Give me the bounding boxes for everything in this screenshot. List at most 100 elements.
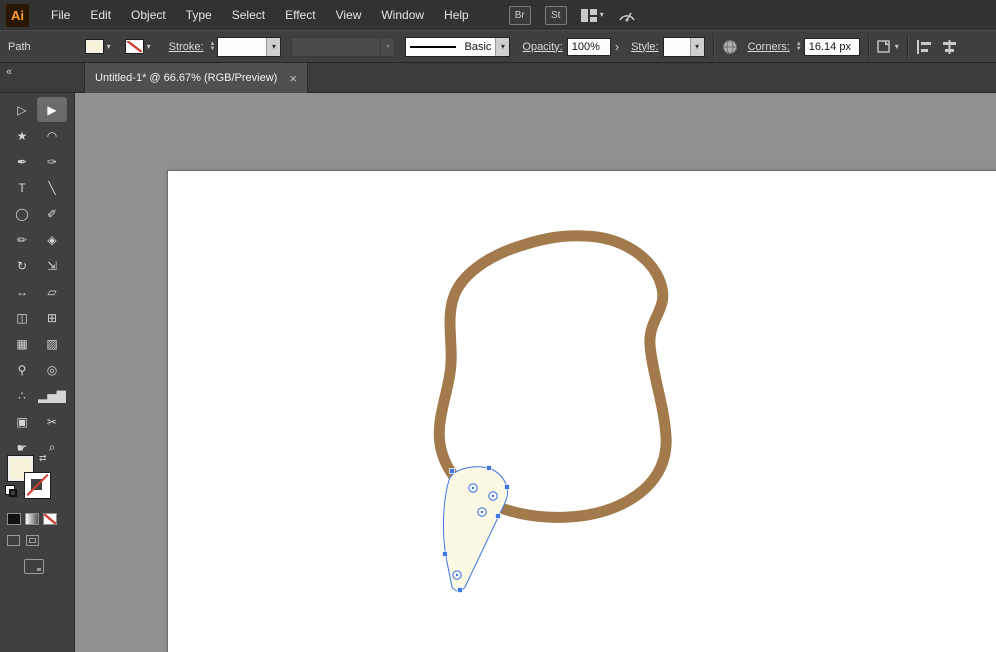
- shape-builder-tool[interactable]: ◫: [7, 305, 37, 330]
- opacity-field[interactable]: 100%: [566, 37, 611, 56]
- document-setup-button[interactable]: ▾: [877, 39, 899, 54]
- ellipse-tool[interactable]: ◯: [7, 201, 37, 226]
- scale-tool[interactable]: ⇲: [37, 253, 67, 278]
- default-fill-stroke-icon[interactable]: [5, 485, 19, 499]
- opacity-panel-launcher[interactable]: Opacity:: [522, 41, 562, 53]
- collapse-panel-icon[interactable]: «: [6, 66, 12, 78]
- anchor-point[interactable]: [486, 465, 492, 471]
- anchor-point[interactable]: [449, 468, 455, 474]
- menu-items: File Edit Object Type Select Effect View Window…: [41, 0, 479, 30]
- menu-edit[interactable]: Edit: [80, 0, 121, 30]
- direct-selection-tool[interactable]: ▷: [7, 97, 37, 122]
- corner-widget-dot: [455, 573, 459, 577]
- stepper-down-icon[interactable]: ▼: [210, 46, 216, 52]
- line-segment-tool[interactable]: ╲: [37, 175, 67, 200]
- document-icon: [877, 39, 890, 53]
- main-area: ▷ ▶ ★ ◠ ✒ ✑ T ╲ ◯ ✐ ✏ ◈ ↻ ⇲ ↔ ▱ ◫ ⊞ ▦ ▨ ⚲ ◎ ∴ ▂▅▇ ▣ ✂ ☛ ⌕ ⇄: [0, 93, 996, 652]
- corner-widget-dot: [471, 486, 475, 490]
- magic-wand-tool[interactable]: ★: [7, 123, 37, 148]
- corners-panel-launcher[interactable]: Corners:: [748, 41, 790, 53]
- artboard-tool[interactable]: ▣: [7, 409, 37, 434]
- chevron-down-icon[interactable]: ▾: [689, 37, 704, 56]
- menu-select[interactable]: Select: [222, 0, 275, 30]
- curvature-tool[interactable]: ✑: [37, 149, 67, 174]
- shaper-tool[interactable]: ✏: [7, 227, 37, 252]
- none-slash-icon: [26, 474, 49, 496]
- stroke-style-dropdown[interactable]: Basic ▾: [405, 36, 511, 57]
- gradient-button[interactable]: [25, 513, 39, 525]
- canvas[interactable]: [75, 93, 996, 652]
- illustrator-logo: Ai: [6, 3, 29, 27]
- draw-normal-icon[interactable]: [7, 535, 20, 546]
- chevron-down-icon[interactable]: ▾: [495, 37, 510, 56]
- menu-help[interactable]: Help: [434, 0, 479, 30]
- anchor-point[interactable]: [495, 513, 501, 519]
- stroke-color-picker[interactable]: ▾: [124, 39, 151, 54]
- stroke-weight-value: [218, 38, 266, 56]
- mesh-tool[interactable]: ▦: [7, 331, 37, 356]
- workspace-icon: [580, 8, 597, 22]
- menu-bar: Ai File Edit Object Type Select Effect View Win…: [0, 0, 996, 30]
- anchor-point[interactable]: [442, 551, 448, 557]
- anchor-point[interactable]: [457, 587, 463, 593]
- selection-tool[interactable]: ▶: [37, 97, 67, 122]
- recolor-artwork-icon[interactable]: [722, 39, 738, 55]
- graphic-style-dropdown[interactable]: ▾: [662, 36, 705, 57]
- screen-mode-button[interactable]: [24, 559, 44, 574]
- type-tool[interactable]: T: [7, 175, 37, 200]
- menu-view[interactable]: View: [326, 0, 372, 30]
- document-tab[interactable]: Untitled-1* @ 66.67% (RGB/Preview) ×: [84, 63, 308, 93]
- draw-inside-icon[interactable]: [26, 535, 39, 546]
- menu-window[interactable]: Window: [371, 0, 434, 30]
- opacity-flyout-icon[interactable]: ›: [615, 40, 619, 53]
- workspace-switcher[interactable]: ▾: [580, 8, 604, 22]
- stepper-down-icon[interactable]: ▼: [796, 46, 802, 52]
- perspective-grid-tool[interactable]: ⊞: [37, 305, 67, 330]
- fill-swatch[interactable]: [84, 39, 104, 54]
- chevron-down-icon[interactable]: ▾: [266, 37, 281, 56]
- swap-fill-stroke-icon[interactable]: ⇄: [39, 453, 47, 464]
- graphic-style-value: [664, 38, 690, 56]
- color-button[interactable]: [7, 513, 21, 525]
- stroke-weight-dropdown[interactable]: ▾: [217, 36, 282, 57]
- stroke-indicator[interactable]: [24, 472, 51, 499]
- gpu-performance-button[interactable]: [618, 8, 636, 22]
- fill-color-picker[interactable]: ▾: [84, 39, 111, 54]
- menu-object[interactable]: Object: [121, 0, 176, 30]
- eyedropper-tool[interactable]: ⚲: [7, 357, 37, 382]
- stock-button[interactable]: St: [544, 5, 567, 25]
- close-icon[interactable]: ×: [289, 72, 297, 85]
- symbol-sprayer-tool[interactable]: ∴: [7, 383, 37, 408]
- stroke-weight-stepper[interactable]: ▲ ▼: [210, 41, 216, 52]
- paintbrush-tool[interactable]: ✐: [37, 201, 67, 226]
- none-button[interactable]: [43, 513, 57, 525]
- align-left-icon[interactable]: [916, 39, 933, 54]
- menu-type[interactable]: Type: [176, 0, 222, 30]
- lasso-tool[interactable]: ◠: [37, 123, 67, 148]
- chevron-down-icon[interactable]: ▾: [147, 42, 151, 51]
- corners-stepper[interactable]: ▲ ▼: [796, 41, 802, 52]
- eraser-tool[interactable]: ◈: [37, 227, 67, 252]
- menu-effect[interactable]: Effect: [275, 0, 325, 30]
- bridge-button[interactable]: Br: [508, 5, 531, 25]
- pen-tool[interactable]: ✒: [7, 149, 37, 174]
- corner-widget-dot: [491, 494, 495, 498]
- default-stroke-icon: [9, 489, 17, 497]
- blend-tool[interactable]: ◎: [37, 357, 67, 382]
- opacity-value: 100%: [571, 40, 600, 53]
- control-bar: Path ▾ ▾ Stroke: ▲ ▼ ▾ ▾ Basic ▾ Opacity:…: [0, 30, 996, 63]
- rotate-tool[interactable]: ↻: [7, 253, 37, 278]
- align-center-icon[interactable]: [941, 39, 958, 54]
- style-panel-launcher[interactable]: Style:: [631, 41, 659, 53]
- stroke-swatch[interactable]: [124, 39, 144, 54]
- column-graph-tool[interactable]: ▂▅▇: [37, 383, 67, 408]
- anchor-point[interactable]: [504, 484, 510, 490]
- stroke-panel-launcher[interactable]: Stroke:: [169, 41, 204, 53]
- chevron-down-icon[interactable]: ▾: [107, 42, 111, 51]
- gradient-tool[interactable]: ▨: [37, 331, 67, 356]
- corners-field[interactable]: 16.14 px: [803, 37, 860, 56]
- menu-file[interactable]: File: [41, 0, 80, 30]
- width-tool[interactable]: ↔: [7, 279, 37, 304]
- slice-tool[interactable]: ✂: [37, 409, 67, 434]
- free-transform-tool[interactable]: ▱: [37, 279, 67, 304]
